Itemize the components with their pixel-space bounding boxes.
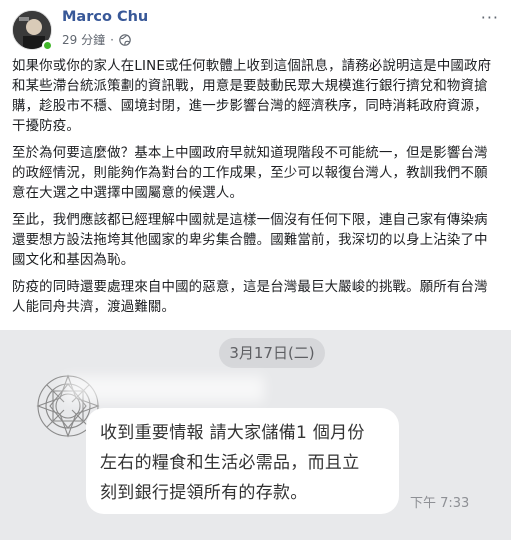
chat-message-line: 刻到銀行提領所有的存款。: [100, 483, 308, 503]
author-name[interactable]: Marco Chu: [62, 9, 148, 25]
post-body: 如果你或你的家人在LINE或任何軟體上收到這個訊息，請務必說明這是中國政府和某些…: [12, 57, 499, 325]
more-options-icon[interactable]: ···: [481, 10, 499, 26]
post-paragraph: 如果你或你的家人在LINE或任何軟體上收到這個訊息，請務必說明這是中國政府和某些…: [12, 59, 492, 134]
post-paragraph: 至於為何要這麼做？基本上中國政府早就知道現階段不可能統一，但是影響台灣的政經情況…: [12, 146, 488, 201]
chat-message-line: 左右的糧食和生活必需品，而且立: [100, 453, 360, 473]
chat-message-line: 收到重要情報 請大家儲備1 個月份: [100, 423, 365, 443]
post-time[interactable]: 29 分鐘: [62, 31, 105, 48]
post-meta: 29 分鐘 ·: [62, 31, 131, 48]
online-status-dot: [42, 40, 53, 51]
chat-timestamp: 下午 7:33: [410, 496, 470, 511]
post-paragraph: 防疫的同時還要處理來自中國的惡意，這是台灣最巨大嚴峻的挑戰。願所有台灣人能同舟共…: [12, 280, 488, 315]
chat-message: 收到重要情報 請大家儲備1 個月份 左右的糧食和生活必需品，而且立 刻到銀行提領…: [100, 418, 400, 508]
blurred-sender-name: [64, 376, 264, 402]
post-paragraph: 至此，我們應該都已經理解中國就是這樣一個沒有任何下限，連自己家有傳染病還要想方設…: [12, 213, 488, 268]
chat-date-pill: 3月17日(二): [219, 338, 325, 368]
meta-separator: ·: [110, 32, 114, 47]
globe-icon[interactable]: [119, 33, 131, 46]
